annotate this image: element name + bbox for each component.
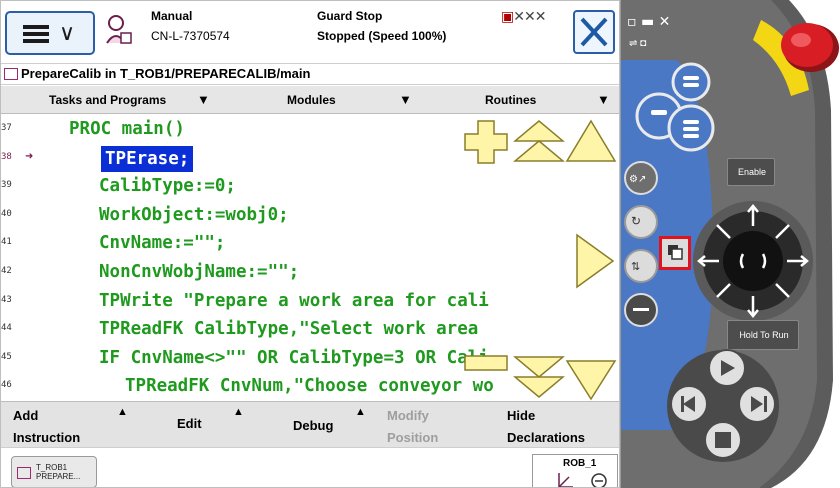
tab-routines[interactable]: Routines ▼ — [485, 86, 619, 114]
flexpendant-screen: ∨ Manual CN-L-7370574 Guard Stop Stopped… — [0, 0, 620, 488]
close-button[interactable] — [573, 10, 615, 54]
abb-menu-button[interactable]: ∨ — [5, 11, 95, 55]
button-label-line2: Declarations — [507, 430, 586, 445]
button-label-line2: Position — [387, 430, 439, 445]
menu-icon — [23, 25, 49, 43]
program-titlebar: PrepareCalib in T_ROB1/PREPARECALIB/main — [1, 63, 619, 85]
program-editor-icon — [17, 467, 31, 479]
line-number: 42 — [1, 266, 12, 276]
line-number: 46 — [1, 380, 12, 391]
task-program-editor-button[interactable]: T_ROB1 PREPARE... — [11, 456, 97, 487]
button-label-line2: Instruction — [13, 430, 81, 445]
dropdown-arrow-icon: ▼ — [399, 92, 412, 107]
code-editor[interactable]: 37 PROC main() 38 ➜ TPErase; 39 CalibTyp… — [1, 115, 619, 401]
line-number: 40 — [1, 208, 12, 219]
button-label: Debug — [293, 418, 334, 433]
mechanical-unit-icon[interactable]: ⚙↗ — [629, 174, 646, 185]
code-text: CnvName:=""; — [99, 233, 226, 254]
page-up-icon[interactable] — [513, 119, 565, 165]
line-number: 41 — [1, 237, 12, 248]
program-title: PrepareCalib in T_ROB1/PREPARECALIB/main — [21, 66, 311, 81]
tab-label: Modules — [287, 93, 336, 107]
task-label-line2: PREPARE... — [36, 472, 81, 481]
run-state: Stopped (Speed 100%) — [317, 29, 447, 43]
status-tray-icons[interactable]: ▣✕✕✕ — [501, 9, 546, 25]
caret-up-icon: ▲ — [117, 406, 128, 418]
program-pointer-icon: ➜ — [25, 150, 34, 162]
programmable-keys — [635, 62, 715, 152]
user-icon[interactable] — [105, 13, 133, 47]
tab-label: Tasks and Programs — [49, 93, 167, 107]
chevron-down-icon: ∨ — [59, 21, 76, 46]
motor-icon: ▣ — [501, 9, 514, 25]
code-line[interactable]: 41 CnvName:=""; — [1, 229, 619, 258]
window-controls-icon[interactable]: ▫ ▬ ✕ — [627, 14, 670, 30]
line-number: 39 — [1, 180, 12, 191]
line-number: 37 — [1, 123, 12, 133]
code-line[interactable]: 43 TPWrite "Prepare a work area for cali — [1, 287, 619, 316]
code-text: TPWrite "Prepare a work area for cali — [99, 290, 489, 311]
enable-label: Enable — [737, 167, 767, 177]
button-label-line1: Hide — [507, 408, 536, 423]
code-text: PROC main() — [69, 119, 185, 139]
program-editor-icon — [4, 68, 18, 80]
page-down-icon[interactable] — [513, 353, 565, 399]
guard-label: Guard Stop — [317, 9, 383, 23]
task-label-line1: T_ROB1 — [36, 463, 68, 472]
guard-status[interactable]: Guard Stop Stopped (Speed 100%) — [317, 6, 446, 46]
controller-id: CN-L-7370574 — [151, 29, 230, 43]
scroll-right-icon[interactable] — [575, 233, 615, 289]
caret-up-icon: ▲ — [355, 406, 366, 418]
scroll-up-icon[interactable] — [565, 119, 617, 165]
enable-button[interactable]: Enable — [727, 158, 775, 186]
increment-icon[interactable]: ⇅ — [631, 260, 640, 273]
tab-label: Routines — [485, 93, 537, 107]
mode-label: Manual — [151, 9, 193, 23]
editor-tabs: Tasks and Programs ▼ Modules ▼ Routines … — [1, 86, 619, 114]
button-label-line1: Modify — [387, 408, 429, 423]
taskbar: T_ROB1 PREPARE... ROB_1 — [1, 447, 619, 487]
code-line[interactable]: 40 WorkObject:=wobj0; — [1, 201, 619, 230]
hold-to-run-label: Hold To Run — [739, 330, 789, 340]
code-line[interactable]: 42 NonCnvWobjName:=""; — [1, 258, 619, 287]
quickset-button[interactable]: ROB_1 — [532, 454, 618, 487]
code-text: IF CnvName<>"" OR CalibType=3 OR Cali — [99, 347, 489, 368]
dropdown-arrow-icon: ▼ — [197, 92, 210, 107]
tab-modules[interactable]: Modules ▼ — [287, 86, 437, 114]
code-text: WorkObject:=wobj0; — [99, 204, 289, 225]
run-control-keys — [667, 349, 779, 462]
robot-axes-icon — [558, 473, 607, 487]
robot-label: ROB_1 — [563, 458, 597, 469]
tab-tasks-programs[interactable]: Tasks and Programs ▼ — [49, 86, 249, 114]
zoom-out-icon[interactable] — [463, 353, 509, 373]
mode-status[interactable]: Manual CN-L-7370574 — [151, 6, 230, 46]
line-number: 44 — [1, 323, 12, 334]
selected-code-text: TPErase; — [101, 145, 194, 172]
line-number: 38 — [1, 151, 12, 162]
pendant-view: ∨ Manual CN-L-7370574 Guard Stop Stopped… — [0, 0, 840, 488]
line-number: 45 — [1, 351, 12, 362]
scroll-down-icon[interactable] — [565, 357, 617, 401]
close-icon — [580, 17, 608, 47]
pendant-hardware: ▫ ▬ ✕ ⇌ ◘ ⚙↗ ↻ ⇅ Enable Hold To Run — [620, 0, 840, 488]
status-bar: ∨ Manual CN-L-7370574 Guard Stop Stopped… — [1, 1, 619, 63]
motion-mode-icon[interactable]: ↻ — [631, 214, 641, 228]
joystick[interactable] — [685, 196, 819, 326]
code-text: TPReadFK CalibType,"Select work area — [99, 319, 479, 340]
code-text: TPReadFK CnvNum,"Choose conveyor wo — [125, 376, 494, 397]
code-line[interactable]: 44 TPReadFK CalibType,"Select work area — [1, 315, 619, 344]
code-line[interactable]: 39 CalibType:=0; — [1, 172, 619, 201]
zoom-in-icon[interactable] — [463, 119, 509, 165]
caret-up-icon: ▲ — [233, 406, 244, 418]
command-bar: Add Instruction ▲ Edit ▲ Debug ▲ Modify … — [1, 401, 619, 447]
button-label-line1: Add — [13, 408, 39, 423]
pin-icon[interactable]: ⇌ ◘ — [629, 38, 646, 49]
code-text: NonCnvWobjName:=""; — [99, 262, 300, 282]
emergency-stop-button[interactable] — [773, 18, 840, 78]
code-text: CalibType:=0; — [99, 176, 236, 197]
line-number: 43 — [1, 294, 12, 305]
dropdown-arrow-icon: ▼ — [597, 92, 610, 107]
